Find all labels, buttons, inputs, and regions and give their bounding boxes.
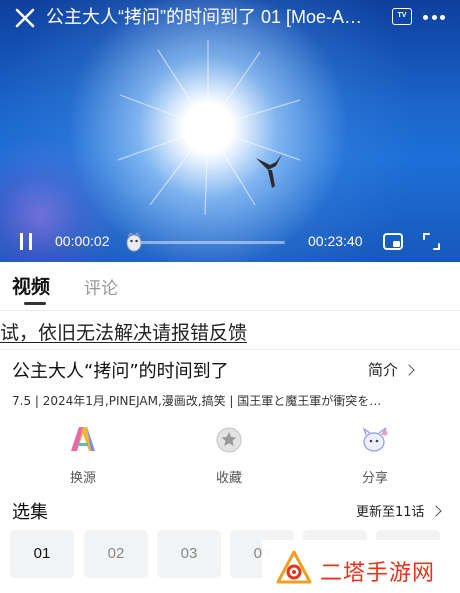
total-time: 00:23:40 — [308, 233, 363, 249]
intro-button[interactable]: 简介 — [368, 359, 415, 380]
close-icon[interactable] — [13, 6, 37, 30]
favorite-button[interactable]: 收藏 — [189, 420, 269, 488]
chevron-right-icon — [429, 504, 442, 517]
bird-silhouette — [256, 154, 282, 188]
share-button[interactable]: 分享 — [335, 420, 415, 488]
site-watermark: 二塔手游网 — [262, 540, 460, 593]
watermark-text: 二塔手游网 — [320, 561, 436, 586]
favorite-icon — [216, 427, 242, 453]
tab-comments[interactable]: 评论 — [84, 274, 118, 299]
episode-list-button[interactable]: 更新至11话 — [356, 501, 442, 520]
progress-bar[interactable] — [133, 241, 285, 244]
show-title: 公主大人“拷问”的时间到了 — [12, 361, 229, 382]
switch-source-label: 换源 — [69, 471, 96, 486]
progress-thumb-mascot-icon[interactable] — [124, 230, 144, 254]
episode-item[interactable]: 03 — [157, 530, 221, 578]
error-notice-banner[interactable]: 试，依旧无法解决请报错反馈 — [0, 310, 460, 350]
app-page: 公主大人“拷问”的时间到了 01 [Moe-A… TV 00:00:02 00:… — [0, 0, 460, 593]
tv-cast-icon[interactable]: TV — [392, 8, 412, 25]
video-controls: 00:00:02 00:23:40 — [0, 226, 460, 258]
more-options-icon[interactable] — [423, 10, 445, 24]
content-tabs: 视频 评论 — [0, 262, 460, 308]
intro-label: 简介 — [368, 361, 399, 379]
switch-source-button[interactable]: 换源 — [43, 420, 123, 488]
favorite-label: 收藏 — [215, 471, 242, 486]
sunlight-rays — [117, 40, 301, 216]
show-meta: 7.5 | 2024年1月,PINEJAM,漫画改,搞笑 | 国王軍と魔王軍が衝… — [12, 394, 382, 408]
share-icon — [362, 427, 388, 452]
video-player[interactable]: 公主大人“拷问”的时间到了 01 [Moe-A… TV 00:00:02 00:… — [0, 0, 460, 262]
video-title: 公主大人“拷问”的时间到了 01 [Moe-A… — [46, 7, 363, 27]
chevron-right-icon — [403, 363, 415, 376]
episode-item[interactable]: 01 — [10, 530, 74, 578]
action-row: 换源 收藏 分享 — [0, 420, 460, 490]
pause-icon[interactable] — [18, 233, 34, 251]
current-time: 00:00:02 — [55, 233, 110, 249]
active-tab-indicator — [24, 302, 46, 305]
watermark-logo-icon — [276, 550, 312, 584]
picture-in-picture-icon[interactable] — [383, 233, 403, 250]
episodes-heading: 选集 — [12, 502, 48, 523]
tab-video[interactable]: 视频 — [12, 272, 50, 299]
source-switch-icon — [71, 427, 95, 451]
update-status: 更新至11话 — [356, 505, 425, 520]
fullscreen-icon[interactable] — [422, 232, 441, 251]
episode-item[interactable]: 02 — [84, 530, 148, 578]
video-top-bar: 公主大人“拷问”的时间到了 01 [Moe-A… TV — [0, 0, 460, 34]
notice-text: 试，依旧无法解决请报错反馈 — [0, 322, 248, 344]
share-label: 分享 — [361, 471, 388, 486]
